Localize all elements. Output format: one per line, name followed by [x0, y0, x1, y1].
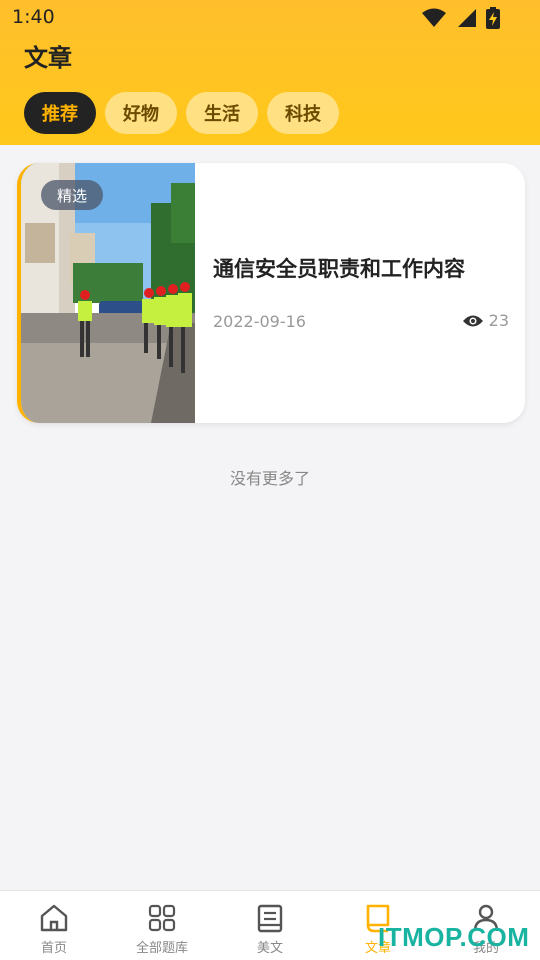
home-icon: [40, 904, 68, 932]
list-end-text: 没有更多了: [229, 469, 310, 488]
page-title: 文章: [24, 44, 72, 72]
status-bar: 1:40: [0, 0, 540, 36]
article-views: 23: [462, 311, 509, 330]
tab-label: 生活: [204, 104, 240, 125]
article-card[interactable]: 精选 通信安全员职责和工作内容 2022-09-16 23: [17, 163, 525, 423]
tab-life[interactable]: 生活: [186, 92, 258, 134]
article-thumbnail: 精选: [21, 163, 195, 423]
watermark-logo: ITMOP.COM: [378, 922, 530, 952]
header: 1:40 文章 推荐 好物 生活 科技: [0, 0, 540, 145]
tab-recommended[interactable]: 推荐: [24, 92, 96, 134]
nav-essays[interactable]: 美文: [216, 891, 324, 960]
status-icons: [422, 7, 500, 29]
tab-tech[interactable]: 科技: [267, 92, 339, 134]
nav-question-bank[interactable]: 全部题库: [108, 891, 216, 960]
nav-label: 美文: [256, 941, 283, 956]
nav-home[interactable]: 首页: [0, 891, 108, 960]
book-icon: [257, 904, 283, 933]
nav-label: 首页: [40, 941, 67, 956]
signal-icon: [458, 9, 476, 27]
views-count: 23: [488, 311, 509, 330]
battery-charging-icon: [486, 7, 500, 29]
tab-label: 推荐: [42, 104, 78, 125]
grid-icon: [148, 904, 176, 932]
article-date: 2022-09-16: [213, 312, 306, 331]
tab-label: 好物: [123, 104, 159, 125]
status-time: 1:40: [12, 6, 55, 28]
article-title: 通信安全员职责和工作内容: [213, 257, 465, 281]
featured-badge: 精选: [41, 180, 104, 210]
wifi-icon: [422, 8, 446, 27]
nav-label: 全部题库: [135, 941, 188, 956]
category-tabs: 推荐 好物 生活 科技: [24, 92, 339, 134]
eye-icon: [462, 315, 483, 326]
tab-label: 科技: [285, 104, 321, 125]
tab-goods[interactable]: 好物: [105, 92, 177, 134]
